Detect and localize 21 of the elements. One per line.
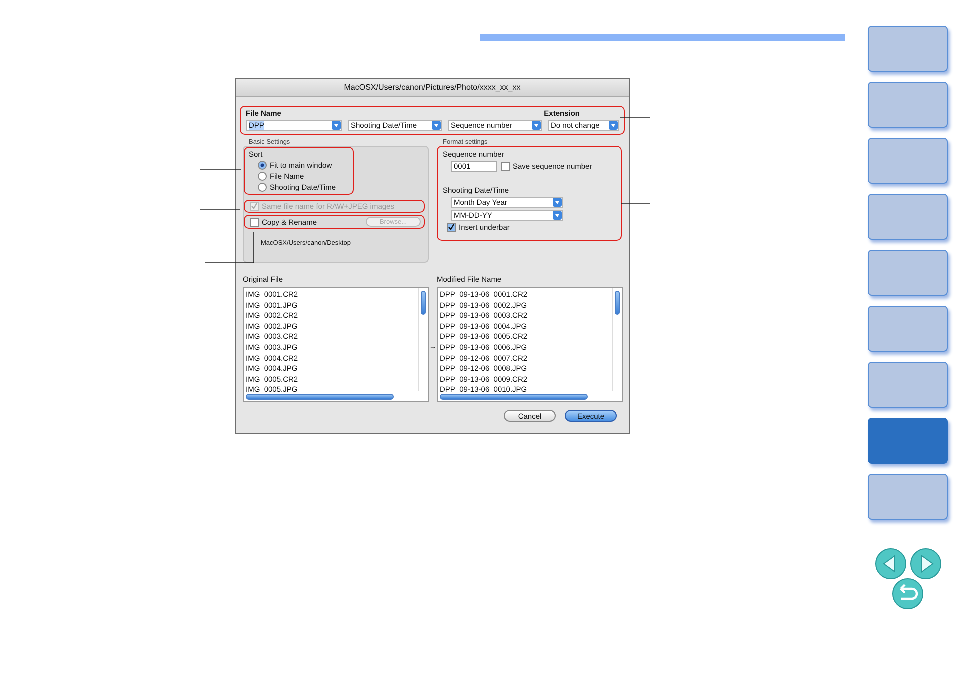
nav-tab[interactable] [868,418,948,464]
previous-page-icon[interactable] [874,548,906,580]
window-title: MacOSX/Users/canon/Pictures/Photo/xxxx_xx_xx [236,79,629,97]
file-list[interactable] [437,287,623,402]
nav-tab[interactable] [868,138,948,184]
scroll-thumb[interactable] [440,394,588,400]
nav-tab[interactable] [868,250,948,296]
checkmark-icon [448,224,455,231]
nav-tab[interactable] [868,82,948,128]
next-page-icon[interactable] [910,548,942,580]
scroll-thumb[interactable] [421,291,426,315]
return-icon[interactable] [892,578,924,610]
nav-tab[interactable] [868,474,948,520]
checkmark-icon [251,203,258,210]
scroll-thumb[interactable] [615,291,620,315]
nav-tab[interactable] [868,194,948,240]
leader-line [204,232,254,264]
nav-tab[interactable] [868,26,948,72]
nav-tab[interactable] [868,362,948,408]
scroll-thumb[interactable] [246,394,394,400]
nav-tab[interactable] [868,306,948,352]
